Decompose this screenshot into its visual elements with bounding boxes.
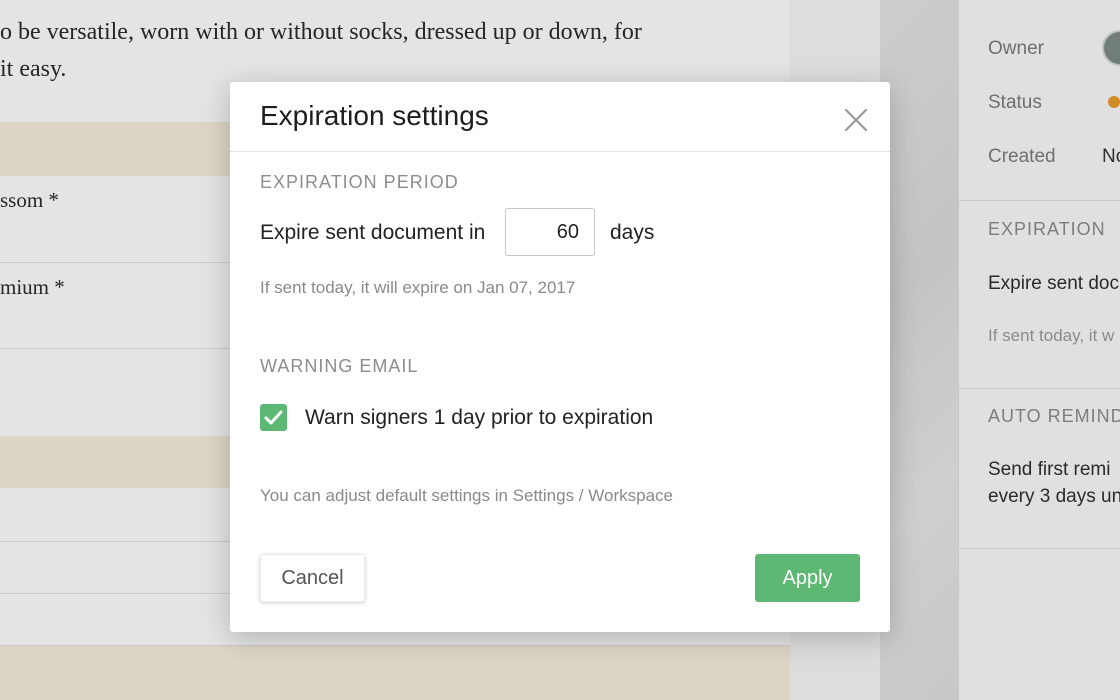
dialog-header: Expiration settings [230, 82, 890, 152]
dialog-title: Expiration settings [260, 100, 489, 131]
default-settings-hint: You can adjust default settings in Setti… [260, 486, 673, 505]
expire-label: Expire sent document in [260, 221, 486, 244]
apply-button[interactable]: Apply [755, 554, 860, 602]
expiration-period-heading: EXPIRATION PERIOD [260, 172, 459, 192]
checkmark-icon [264, 410, 283, 425]
close-button[interactable] [838, 102, 874, 138]
close-icon [844, 108, 868, 132]
warning-email-heading: WARNING EMAIL [260, 356, 419, 376]
expire-days-input[interactable] [505, 208, 595, 256]
cancel-button[interactable]: Cancel [260, 554, 365, 602]
days-label: days [610, 221, 655, 244]
warn-signers-label[interactable]: Warn signers 1 day prior to expiration [305, 406, 653, 430]
warn-signers-checkbox[interactable] [260, 404, 287, 431]
expiration-settings-dialog: Expiration settings EXPIRATION PERIOD Ex… [230, 82, 890, 632]
expiration-date-hint: If sent today, it will expire on Jan 07,… [260, 278, 576, 297]
